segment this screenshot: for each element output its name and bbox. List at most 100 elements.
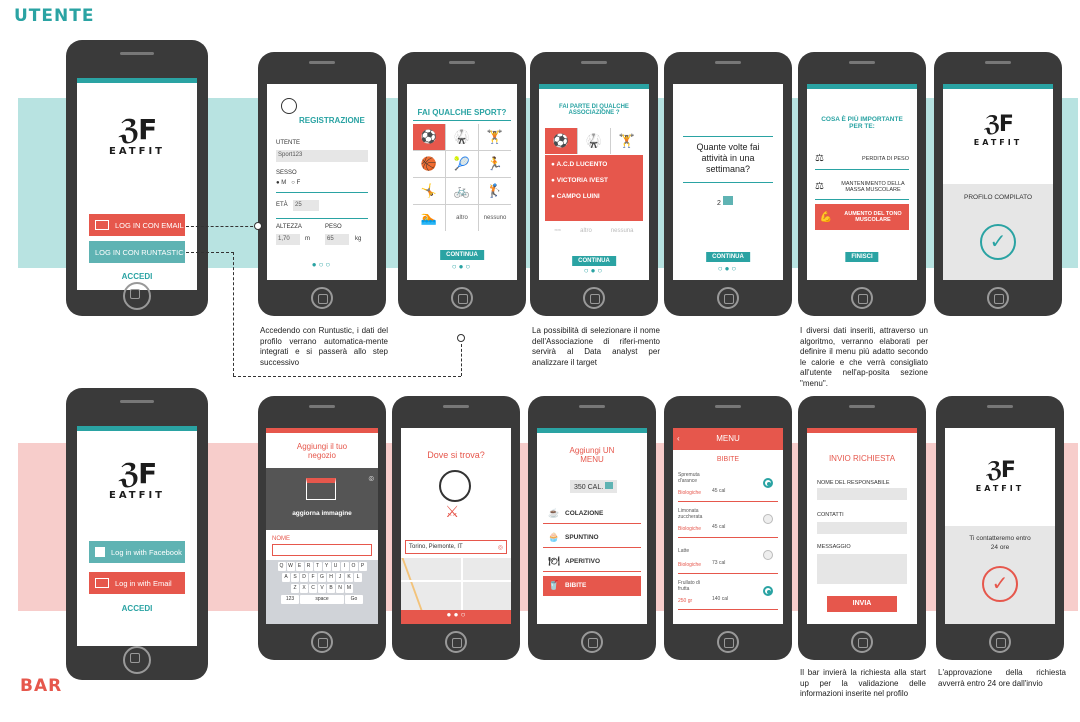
home-button — [989, 631, 1011, 653]
sport-soccer-option[interactable]: ⚽ — [413, 124, 445, 150]
keyboard-key[interactable]: Y — [322, 562, 331, 571]
keyboard-key[interactable]: W — [286, 562, 295, 571]
contacts-label: CONTATTI — [817, 512, 844, 518]
sport-golf-option[interactable]: 🏌 — [479, 178, 511, 204]
sport-swim-option[interactable]: 🏊 — [413, 205, 445, 231]
keyboard-key[interactable]: Z — [291, 584, 299, 593]
login-runtastic-button[interactable]: LOG IN CON RUNTASTIC — [89, 241, 185, 263]
map[interactable] — [401, 558, 511, 610]
keyboard-key[interactable]: V — [318, 584, 326, 593]
association-item[interactable]: ● A.C.D LUCENTO — [545, 155, 643, 168]
sport-none-option[interactable]: nessuno — [479, 205, 511, 231]
continue-button[interactable]: CONTINUA — [440, 250, 484, 260]
camera-icon[interactable]: ⌾ — [369, 474, 374, 485]
screen-profile-done: ℨF EATFIT PROFILO COMPILATO ✓ — [943, 84, 1053, 280]
phone-registration: REGISTRAZIONE UTENTE Sport123 SESSO ● M … — [258, 52, 386, 316]
menu-category-aperitif[interactable]: 🍽 APERITIVO — [543, 552, 641, 572]
manager-input[interactable] — [817, 488, 907, 500]
association-item[interactable]: ● VICTORIA IVEST — [545, 168, 643, 184]
menu-category-snack[interactable]: 🧁 SPUNTINO — [543, 528, 641, 548]
finish-button[interactable]: FINISCI — [845, 252, 879, 262]
keyboard-key[interactable]: F — [309, 573, 317, 582]
keyboard-key[interactable]: L — [354, 573, 362, 582]
phone-goals: COSA È PIÙ IMPORTANTE PER TE: ⚖ PERDITA D… — [798, 52, 926, 316]
login-email-button[interactable]: LOG IN CON EMAIL — [89, 214, 185, 236]
phone-sport: FAI QUALCHE SPORT? ⚽ 🥋 🏋 🏀 🎾 🏃 🤸 🚲 🏌 🏊 a… — [398, 52, 526, 316]
association-title: FAI PARTE DI QUALCHE ASSOCIAZIONE ? — [559, 104, 629, 116]
swim-icon[interactable]: ≈≈ — [555, 228, 562, 234]
drink-item[interactable]: Limonata zuccherata Biologiche 45 cal — [678, 504, 778, 538]
eatfit-logo: ℨF EATFIT — [973, 112, 1023, 148]
keyboard-key[interactable]: M — [345, 584, 353, 593]
phone-menu: ‹ MENU BIBITE Spremuta d'arance Biologic… — [664, 396, 792, 660]
age-field[interactable]: 25 — [293, 200, 319, 211]
keyboard-key[interactable]: D — [300, 573, 308, 582]
frequency-value[interactable]: 2 — [717, 196, 733, 207]
keyboard-key[interactable]: B — [327, 584, 335, 593]
keyboard-key[interactable]: U — [331, 562, 340, 571]
menu-category-drinks[interactable]: 🥤 BIBITE — [543, 576, 641, 596]
sport-martial-option[interactable]: 🥋 — [446, 124, 478, 150]
association-item[interactable]: ● CAMPO LUINI — [545, 184, 643, 200]
keyboard-key[interactable]: N — [336, 584, 344, 593]
sport-gym-option[interactable]: 🏋 — [479, 124, 511, 150]
keyboard-key[interactable]: Q — [277, 562, 286, 571]
drink-item[interactable]: Spremuta d'arance Biologiche 45 cal — [678, 468, 778, 502]
sport-dance-option[interactable]: 🤸 — [413, 178, 445, 204]
height-field[interactable]: 1,70 — [276, 234, 300, 245]
drink-item[interactable]: Latte Biologiche 73 cal — [678, 540, 778, 574]
sport-tennis-option[interactable]: 🎾 — [446, 151, 478, 177]
access-link[interactable]: ACCEDI — [77, 604, 197, 613]
keyboard-key[interactable]: A — [282, 573, 290, 582]
message-input[interactable] — [817, 554, 907, 584]
menu-subtitle: BIBITE — [716, 456, 740, 463]
login-facebook-button[interactable]: Log in with Facebook — [89, 541, 185, 563]
user-field[interactable]: Sport123 — [276, 150, 368, 162]
sport-bike-option[interactable]: 🚲 — [446, 178, 478, 204]
contacts-input[interactable] — [817, 522, 907, 534]
goal-option[interactable]: ⚖ MANTENIMENTO DELLA MASSA MUSCOLARE — [815, 174, 909, 200]
weight-field[interactable]: 65 — [325, 234, 349, 245]
keyboard-key[interactable]: S — [291, 573, 299, 582]
keyboard-key[interactable]: E — [295, 562, 304, 571]
keyboard-key[interactable]: O — [349, 562, 358, 571]
keyboard-key[interactable]: P — [358, 562, 367, 571]
keyboard-key[interactable]: K — [345, 573, 353, 582]
login-email-button[interactable]: Log in with Email — [89, 572, 185, 594]
sport-basket-option[interactable]: 🏀 — [413, 151, 445, 177]
shop-image-area[interactable]: ⌾ aggiorna immagine — [266, 468, 378, 530]
back-icon[interactable]: ‹ — [677, 428, 680, 450]
goal-option-selected[interactable]: 💪 AUMENTO DEL TONO MUSCOLARE — [815, 204, 909, 230]
shop-icon — [306, 478, 336, 500]
keyboard-key[interactable]: H — [327, 573, 335, 582]
address-input[interactable]: Torino, Piemonte, IT ◎ — [405, 540, 507, 554]
home-button — [717, 631, 739, 653]
calorie-selector[interactable]: 350 CAL. — [570, 480, 618, 493]
keyboard-key[interactable]: G — [318, 573, 326, 582]
continue-button[interactable]: CONTINUA — [572, 256, 616, 266]
keyboard-key[interactable]: X — [300, 584, 308, 593]
menu-category-breakfast[interactable]: ☕ COLAZIONE — [543, 504, 641, 524]
home-button — [445, 631, 467, 653]
send-button[interactable]: INVIA — [827, 596, 897, 612]
add-menu-title: Aggiungi UN MENU — [569, 446, 615, 464]
name-input[interactable] — [272, 544, 372, 556]
access-link[interactable]: ACCEDI — [77, 272, 197, 281]
continue-button[interactable]: CONTINUA — [706, 252, 750, 262]
goal-option[interactable]: ⚖ PERDITA DI PESO — [815, 148, 909, 170]
sport-run-option[interactable]: 🏃 — [479, 151, 511, 177]
keyboard-key[interactable]: T — [313, 562, 322, 571]
connector-node — [457, 334, 465, 342]
drink-item[interactable]: Frullato di frutta 250 gr 140 cal — [678, 576, 778, 610]
keyboard-key[interactable]: J — [336, 573, 344, 582]
home-button — [123, 646, 151, 674]
keyboard-key[interactable]: R — [304, 562, 313, 571]
keyboard-key[interactable]: I — [340, 562, 349, 571]
sex-options[interactable]: ● M ○ F — [276, 180, 300, 186]
bar-done-text: Ti contatteremo entro 24 ore — [969, 535, 1031, 551]
sport-other-option[interactable]: altro — [446, 205, 478, 231]
keyboard-key[interactable]: C — [309, 584, 317, 593]
keyboard[interactable]: QWERTYUIOP ASDFGHJKL ZXCVBNM 123 space Go — [266, 560, 378, 624]
screen-request: INVIO RICHIESTA NOME DEL RESPONSABILE CO… — [807, 428, 917, 624]
connector-node — [254, 222, 262, 230]
